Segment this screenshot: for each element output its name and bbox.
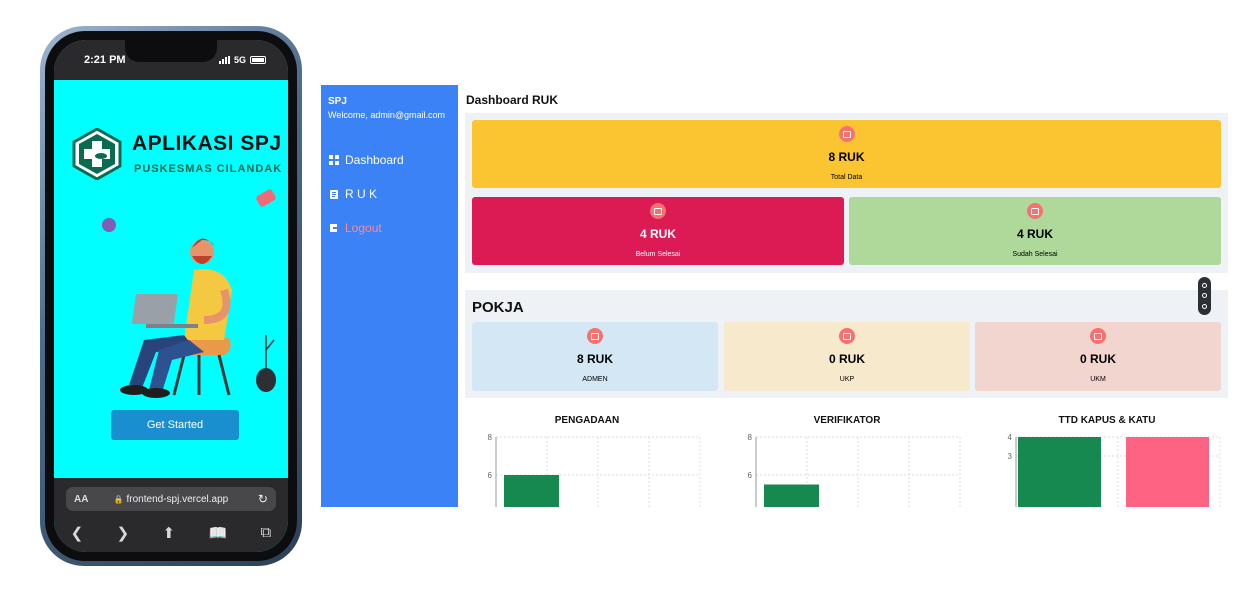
sidebar-item-label: Logout bbox=[345, 221, 382, 235]
signal-icon bbox=[218, 56, 230, 64]
card-value: 0 RUK bbox=[1079, 352, 1116, 366]
sidebar: SPJ Welcome, admin@gmail.com Dashboard R… bbox=[321, 85, 458, 507]
chart-ttd-plot: 43 bbox=[1008, 433, 1221, 507]
chart-pengadaan: PENGADAAN 86 bbox=[472, 415, 702, 507]
dashboard-window: SPJ Welcome, admin@gmail.com Dashboard R… bbox=[321, 85, 1228, 507]
bar bbox=[1018, 437, 1101, 507]
y-tick-label: 3 bbox=[1008, 452, 1013, 461]
pokja-panel: POKJA 8 RUK ADMEN 0 RUK UKP 0 RUK UKM bbox=[465, 290, 1228, 398]
cloud-icon bbox=[1027, 203, 1043, 219]
logout-icon bbox=[330, 224, 339, 232]
card-value: 8 RUK bbox=[576, 352, 613, 366]
chart-title: TTD KAPUS & KATU bbox=[1058, 415, 1156, 426]
chart-verifikator-plot: 86 bbox=[748, 433, 961, 507]
bookmarks-icon[interactable]: 📖 bbox=[208, 524, 227, 542]
y-tick-label: 8 bbox=[748, 433, 753, 442]
sidebar-brand: SPJ bbox=[328, 96, 347, 107]
card-label: Sudah Selesai bbox=[1012, 251, 1058, 258]
grid-icon[interactable] bbox=[1202, 304, 1207, 310]
card-label: Total Data bbox=[830, 174, 863, 181]
settings-icon[interactable] bbox=[1202, 293, 1207, 299]
belum-selesai-card: 4 RUK Belum Selesai bbox=[472, 197, 844, 265]
forward-icon[interactable]: ❯ bbox=[117, 524, 130, 542]
card-label: ADMEN bbox=[582, 376, 608, 383]
summary-panel: 8 RUK Total Data 4 RUK Belum Selesai 4 R… bbox=[465, 113, 1228, 273]
phone-bezel: 2:21 PM 5G APLIKASI SPJ PUSKESMAS CILAND… bbox=[45, 31, 297, 561]
bar bbox=[1126, 437, 1209, 507]
folder-icon bbox=[838, 126, 855, 142]
pokja-card-ukp: 0 RUK UKP bbox=[724, 322, 970, 391]
browser-toolbar: AA 🔒 frontend-spj.vercel.app ↻ ❮ ❯ ⬆ 📖 ⧉ bbox=[54, 478, 288, 552]
sudah-selesai-card: 4 RUK Sudah Selesai bbox=[849, 197, 1221, 265]
network-label: 5G bbox=[233, 55, 246, 65]
phone-mockup: 2:21 PM 5G APLIKASI SPJ PUSKESMAS CILAND… bbox=[40, 26, 302, 566]
puskesmas-logo bbox=[72, 128, 122, 180]
tabs-icon[interactable]: ⧉ bbox=[261, 524, 272, 542]
bar bbox=[504, 475, 559, 507]
bar bbox=[764, 484, 819, 507]
cloud-icon bbox=[1090, 328, 1106, 344]
card-value: 8 RUK bbox=[828, 150, 865, 164]
chart-title: VERIFIKATOR bbox=[813, 415, 881, 426]
back-icon[interactable]: ❮ bbox=[71, 524, 84, 542]
clipboard-icon bbox=[330, 190, 338, 199]
chart-ttd: TTD KAPUS & KATU 43 bbox=[992, 415, 1222, 507]
total-data-card: 8 RUK Total Data bbox=[472, 120, 1221, 188]
sidebar-item-dashboard[interactable]: Dashboard bbox=[329, 153, 404, 167]
battery-icon bbox=[250, 56, 266, 64]
browser-nav: ❮ ❯ ⬆ 📖 ⧉ bbox=[54, 524, 288, 542]
url-text: frontend-spj.vercel.app bbox=[126, 493, 229, 505]
sidebar-item-label: Dashboard bbox=[345, 153, 404, 167]
share-icon[interactable]: ⬆ bbox=[163, 524, 176, 542]
calendar-icon bbox=[839, 328, 855, 344]
card-value: 4 RUK bbox=[639, 227, 676, 241]
folder-icon bbox=[587, 328, 603, 344]
screenshot-root: 2:21 PM 5G APLIKASI SPJ PUSKESMAS CILAND… bbox=[0, 0, 1257, 591]
url-display: 🔒 frontend-spj.vercel.app bbox=[66, 494, 276, 505]
card-label: UKM bbox=[1090, 376, 1106, 383]
get-started-button[interactable]: Get Started bbox=[111, 410, 239, 440]
sidebar-item-ruk[interactable]: R U K bbox=[329, 187, 377, 201]
lock-icon: 🔒 bbox=[113, 494, 124, 504]
chart-verifikator: VERIFIKATOR 86 bbox=[732, 415, 962, 507]
sidebar-welcome: Welcome, admin@gmail.com bbox=[328, 110, 446, 120]
sidebar-item-label: R U K bbox=[345, 187, 378, 201]
pokja-title: POKJA bbox=[472, 299, 524, 316]
main-content: Dashboard RUK 8 RUK Total Data 4 RUK Bel… bbox=[458, 85, 1228, 507]
grid-icon bbox=[329, 155, 339, 165]
reload-icon[interactable]: ↻ bbox=[258, 492, 268, 506]
card-label: UKP bbox=[839, 376, 855, 383]
app-subtitle: PUSKESMAS CILANDAK bbox=[134, 163, 283, 175]
chart-title: PENGADAAN bbox=[554, 415, 620, 426]
y-tick-label: 6 bbox=[748, 471, 753, 480]
y-tick-label: 6 bbox=[488, 471, 493, 480]
comment-icon[interactable] bbox=[1202, 282, 1207, 288]
pokja-card-ukm: 0 RUK UKM bbox=[975, 322, 1221, 391]
app-title: APLIKASI SPJ bbox=[132, 132, 282, 155]
person-laptop-illustration bbox=[102, 189, 276, 398]
floating-toolbar[interactable] bbox=[1198, 277, 1211, 315]
sidebar-item-logout[interactable]: Logout bbox=[329, 221, 382, 235]
card-value: 0 RUK bbox=[828, 352, 865, 366]
y-tick-label: 4 bbox=[1008, 433, 1013, 442]
status-time: 2:21 PM bbox=[84, 54, 126, 66]
status-indicators: 5G bbox=[218, 55, 266, 65]
card-value: 4 RUK bbox=[1016, 227, 1053, 241]
phone-notch bbox=[125, 40, 217, 62]
page-title: Dashboard RUK bbox=[466, 93, 559, 107]
y-tick-label: 8 bbox=[488, 433, 493, 442]
pokja-card-admen: 8 RUK ADMEN bbox=[472, 322, 718, 391]
reader-mode-button[interactable]: AA bbox=[74, 494, 88, 505]
chart-pengadaan-plot: 86 bbox=[488, 433, 701, 507]
calendar-icon bbox=[650, 203, 666, 219]
phone-screen: 2:21 PM 5G APLIKASI SPJ PUSKESMAS CILAND… bbox=[54, 40, 288, 552]
card-label: Belum Selesai bbox=[635, 251, 681, 258]
phone-status-bar: 2:21 PM 5G bbox=[54, 40, 288, 80]
address-bar[interactable]: AA 🔒 frontend-spj.vercel.app ↻ bbox=[66, 487, 276, 511]
